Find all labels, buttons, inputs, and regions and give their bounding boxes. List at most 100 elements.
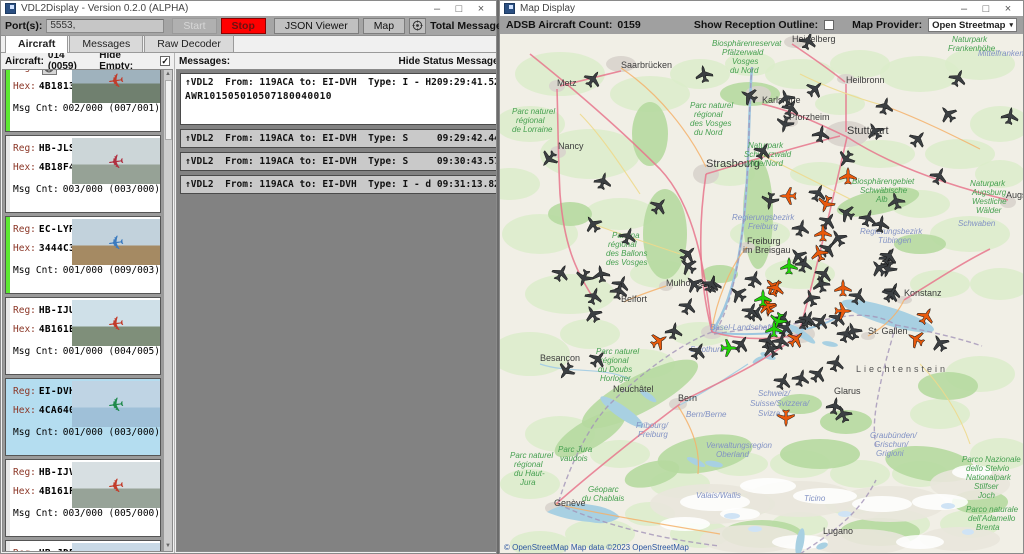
from-label: From: — [225, 156, 254, 167]
map-titlebar[interactable]: Map Display – □ × — [500, 1, 1023, 16]
hex-value: 4B161E — [39, 324, 75, 335]
settings-button[interactable] — [409, 18, 426, 34]
map-label: Konstanz — [904, 288, 942, 298]
map-label: Schwaben — [958, 219, 996, 228]
from-label: From: — [225, 133, 254, 144]
tab-bar: Aircraft Messages Raw Decoder — [1, 36, 496, 53]
map-label: des Vosges — [606, 258, 648, 267]
map-button[interactable]: Map — [363, 18, 405, 34]
timestamp: 09:31:13.824 — [437, 179, 496, 190]
minimize-button[interactable]: – — [953, 2, 975, 16]
minimize-button[interactable]: – — [426, 2, 448, 16]
map-label: Frankenhöhe — [948, 44, 996, 53]
map-label: Regierungsbezirk — [860, 227, 923, 236]
map-label: Heilbronn — [846, 75, 885, 85]
tab-raw-decoder[interactable]: Raw Decoder — [144, 35, 234, 52]
map-label: Augsburg — [971, 188, 1007, 197]
hex-label: Hex: — [13, 243, 36, 254]
app-icon — [504, 3, 515, 14]
main-toolbar: Port(s): Start Stop JSON Viewer Map Tota… — [1, 16, 496, 36]
map-provider-select[interactable]: Open Streetmap ▾ — [928, 18, 1017, 32]
aircraft-list-item[interactable]: Reg: HB-JDE Hex: 4B1816 — [5, 540, 161, 551]
msg-cnt-label: Msg Cnt: — [13, 265, 59, 276]
message-item[interactable]: ↑ VDL2 From: 119ACA to: EI-DVH Type: I -… — [180, 175, 496, 194]
type-value: I - d — [403, 179, 432, 190]
message-item[interactable]: ↑ VDL2 From: 119ACA to: EI-DVH Type: S 0… — [180, 152, 496, 171]
scroll-up-icon[interactable]: ▲ — [165, 70, 171, 79]
hex-label: Hex: — [13, 486, 36, 497]
reception-outline-label: Show Reception Outline: — [694, 19, 818, 31]
aircraft-photo: ✈ — [72, 219, 160, 265]
map-label: Regierungsbezirk — [732, 213, 795, 222]
map-label: Bern/Berne — [686, 410, 727, 419]
close-button[interactable]: × — [470, 2, 492, 16]
aircraft-list-item[interactable]: Reg: EC-LYR Hex: 3444C3 — [5, 216, 161, 294]
map-label: Svizra — [758, 409, 781, 418]
from-value: 119ACA — [259, 77, 293, 88]
map-label: Liechtenstein — [856, 364, 948, 374]
aircraft-list-item[interactable]: Reg: EI-DVH Hex: 4CA640 — [5, 378, 161, 456]
reg-value: EI-DVH — [39, 386, 75, 397]
hex-label: Hex: — [13, 405, 36, 416]
message-item[interactable]: ↑ VDL2 From: 119ACA to: EI-DVH Type: I -… — [180, 73, 496, 125]
port-input[interactable] — [46, 19, 164, 33]
type-label: Type: — [368, 133, 397, 144]
reg-value: HB-IJV — [39, 467, 75, 478]
scroll-thumb[interactable] — [165, 80, 172, 140]
aircraft-list-scrollbar[interactable]: ▲ ▼ — [163, 70, 172, 551]
to-label: to: — [299, 156, 316, 167]
hide-empty-checkbox[interactable]: ✓ — [160, 56, 170, 66]
start-button[interactable]: Start — [172, 18, 216, 34]
globe-button[interactable] — [42, 70, 57, 75]
map-label: Verwaltungsregion — [706, 441, 773, 450]
scroll-down-icon[interactable]: ▼ — [165, 542, 171, 551]
aircraft-list-item[interactable]: Reg: HB-IJV Hex: 4B161F — [5, 459, 161, 537]
map-label: Neuchâtel — [613, 384, 654, 394]
airplane-icon: ✈ — [106, 471, 125, 499]
map-label: régional — [694, 110, 723, 119]
map-label: Besançon — [540, 353, 580, 363]
msg-cnt-label: Msg Cnt: — [13, 427, 59, 438]
tab-messages[interactable]: Messages — [69, 35, 143, 52]
to-label: to: — [299, 77, 316, 88]
aircraft-photo: ✈ — [72, 300, 160, 346]
map-label: Nationalpark — [966, 473, 1012, 482]
message-item[interactable]: ↑ VDL2 From: 119ACA to: EI-DVH Type: S 0… — [180, 129, 496, 148]
to-value: EI-DVH — [322, 77, 356, 88]
map-label: des Ballons — [606, 249, 647, 258]
map-canvas[interactable]: SaarbrückenMetzNancyMulhouseBelfortBesan… — [500, 34, 1023, 553]
hex-value: 4B1813 — [39, 81, 75, 92]
stop-button[interactable]: Stop — [221, 18, 266, 34]
aircraft-list-item[interactable]: Reg: HB-JLS Hex: 4B18F4 — [5, 135, 161, 213]
globe-icon — [44, 70, 54, 73]
type-value: S — [403, 133, 409, 144]
aircraft-list-item[interactable]: Reg: Hex: 4B1813 — [5, 70, 161, 132]
msg-cnt-label: Msg Cnt: — [13, 184, 59, 195]
messages-panel: Messages: Hide Status Messages: ↑ VDL2 F… — [175, 53, 496, 553]
gear-icon — [412, 20, 423, 31]
map-label: Stuttgart — [847, 125, 889, 137]
map-label: Pfälzerwald — [722, 48, 764, 57]
map-label: régional — [514, 460, 543, 469]
protocol: VDL2 — [191, 179, 214, 190]
map-label: Joch — [977, 491, 995, 500]
maximize-button[interactable]: □ — [448, 2, 470, 16]
reg-label: Reg: — [13, 224, 36, 235]
tab-aircraft[interactable]: Aircraft — [5, 35, 68, 53]
maximize-button[interactable]: □ — [975, 2, 997, 16]
json-viewer-button[interactable]: JSON Viewer — [274, 18, 359, 34]
reg-label: Reg: — [13, 305, 36, 316]
hide-status-label: Hide Status Messages: — [399, 56, 496, 67]
close-button[interactable]: × — [997, 2, 1019, 16]
map-label: Freiburg — [748, 222, 778, 231]
aircraft-list-item[interactable]: Reg: HB-IJU Hex: 4B161E — [5, 297, 161, 375]
type-label: Type: — [368, 77, 397, 88]
hex-label: Hex: — [13, 324, 36, 335]
msg-cnt-value: 001/000 (003/000) — [63, 427, 160, 438]
map-label: Lugano — [823, 526, 853, 536]
reception-outline-checkbox[interactable] — [824, 20, 834, 30]
vdl2-titlebar[interactable]: VDL2Display - Version 0.2.0 (ALPHA) – □ … — [1, 1, 496, 16]
to-value: EI-DVH — [322, 179, 356, 190]
type-value: S — [403, 156, 409, 167]
map-label: Parc naturel — [510, 451, 553, 460]
